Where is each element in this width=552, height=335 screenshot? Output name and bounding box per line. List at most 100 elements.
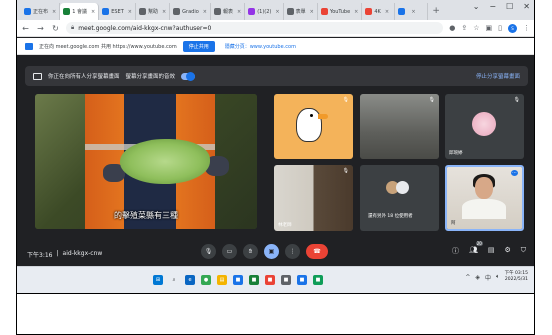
raise-hand-icon[interactable]: ✋︎	[243, 244, 258, 259]
browser-tab[interactable]: YouTube ×	[318, 3, 363, 20]
chevron-down-icon[interactable]: ⌄	[473, 2, 480, 11]
browser-tab[interactable]: ×	[395, 3, 429, 20]
tab-close-icon[interactable]: ×	[310, 9, 314, 15]
minimize-icon[interactable]: −	[489, 2, 496, 11]
participant-name: 阿	[451, 221, 456, 226]
side-controls: ⓘ 👥︎ 20 ▤ ⚙︎ ⛉	[452, 241, 526, 256]
screenshot-frame: 正在布 × 1 會議 × ESET × 幫助 × Gradio × 報表 × (1)(2) × 表單 × You…	[16, 0, 535, 294]
mic-muted-icon: 🎙︎	[513, 97, 520, 103]
lock-icon: 🔒︎	[71, 24, 75, 31]
reload-icon[interactable]: ↻	[51, 24, 60, 33]
tab-close-icon[interactable]: ×	[162, 9, 166, 15]
browser-tab[interactable]: 幫助 ×	[136, 3, 171, 20]
chat-icon[interactable]: ▤	[488, 246, 495, 256]
app-icon[interactable]: ■	[265, 275, 275, 285]
app-icon[interactable]: ■	[297, 275, 307, 285]
volume-icon[interactable]: 🔈︎	[496, 273, 500, 281]
presenting-bar: 你正在向所有人分享螢幕畫面 螢幕分享畫面的音效 停止分享螢幕畫面	[25, 66, 528, 86]
tab-close-icon[interactable]: ×	[203, 9, 207, 15]
self-view-tile[interactable]: ⋯ 阿	[445, 165, 524, 231]
tab-close-icon[interactable]: ×	[275, 9, 279, 15]
tab-favicon-icon	[102, 8, 110, 15]
tab-label: Gradio	[182, 8, 199, 15]
star-icon[interactable]: ☆	[473, 24, 479, 32]
tab-label: 表單	[295, 9, 306, 15]
browser-tab[interactable]: 報表 ×	[211, 3, 246, 20]
camera-icon[interactable]: ●	[449, 24, 455, 32]
participant-tile[interactable]: 🎙︎	[360, 94, 439, 159]
more-participants-tile[interactable]: 還有另外 18 位使用者	[360, 165, 439, 231]
tab-favicon-icon	[320, 8, 328, 15]
forward-icon[interactable]: →	[36, 24, 45, 33]
tab-close-icon[interactable]: ×	[237, 9, 241, 15]
browser-toolbar: ← → ↻ 🔒︎ meet.google.com/aid-kkgx-cnw?au…	[17, 20, 534, 37]
share-icon[interactable]: ⇪	[461, 24, 467, 32]
hide-button[interactable]: 隱藏分頁：www.youtube.com	[225, 43, 296, 50]
tab-close-icon[interactable]: ×	[52, 9, 56, 15]
browser-tab[interactable]: 4K ×	[362, 3, 396, 20]
sidepanel-icon[interactable]: ▯	[498, 24, 502, 32]
meeting-info: 下午3:16 | aid-kkgx-cnw	[27, 249, 103, 259]
tab-favicon-icon	[214, 8, 221, 15]
browser-tab[interactable]: 1 會議 ×	[60, 3, 100, 20]
network-icon[interactable]: ◈	[475, 274, 480, 281]
clock-date: 2022/5/31	[504, 277, 528, 282]
app-icon[interactable]: ■	[233, 275, 243, 285]
maximize-icon[interactable]: ☐	[506, 2, 513, 11]
window-controls: ⌄ − ☐ ✕	[473, 2, 530, 11]
profile-avatar[interactable]: S	[508, 23, 517, 33]
language-indicator[interactable]: 中	[485, 273, 491, 282]
tab-label: 4K	[374, 8, 381, 15]
mic-muted-icon: 🎙︎	[342, 168, 349, 174]
browser-tab[interactable]: Gradio ×	[170, 3, 211, 20]
stop-sharing-button[interactable]: 停止共用	[182, 40, 215, 52]
screen-share-icon	[25, 42, 33, 50]
browser-tab[interactable]: 正在布 ×	[21, 3, 61, 20]
participant-count: 20	[475, 241, 483, 246]
edge-icon[interactable]: e	[185, 275, 195, 285]
address-bar[interactable]: 🔒︎ meet.google.com/aid-kkgx-cnw?authuser…	[66, 22, 444, 34]
tab-close-icon[interactable]: ×	[91, 9, 95, 15]
tab-close-icon[interactable]: ×	[385, 9, 389, 15]
people-icon[interactable]: 👥︎ 20	[469, 241, 483, 256]
extensions-icon[interactable]: ▣	[486, 24, 493, 32]
browser-tab[interactable]: 表單 ×	[284, 3, 318, 20]
tab-close-icon[interactable]: ×	[411, 9, 415, 15]
chevron-up-icon[interactable]: ^	[465, 274, 470, 281]
chrome-icon[interactable]: ●	[201, 275, 211, 285]
share-audio-toggle[interactable]	[181, 71, 196, 81]
camera-icon[interactable]: ▭	[222, 244, 237, 259]
close-icon[interactable]: ✕	[523, 2, 530, 11]
host-controls-icon[interactable]: ⛉	[521, 246, 526, 256]
back-icon[interactable]: ←	[21, 24, 30, 33]
participant-tile[interactable]: 🎙︎ 邱琬婷	[445, 94, 524, 159]
tab-label: 1 會議	[72, 9, 87, 15]
microphone-icon[interactable]: 🎙︎	[201, 244, 216, 259]
stop-presenting-button[interactable]: 停止分享螢幕畫面	[476, 72, 520, 80]
speaking-icon: ⋯	[511, 170, 518, 176]
leave-call-icon[interactable]: ☎︎	[306, 244, 328, 259]
file-explorer-icon[interactable]: ▤	[217, 275, 227, 285]
new-tab-button[interactable]: +	[428, 3, 444, 20]
search-icon[interactable]: ⌕	[169, 275, 179, 285]
participant-tile[interactable]: 🎙︎	[274, 94, 353, 159]
avatar	[396, 181, 409, 194]
present-now-icon[interactable]: ▣	[264, 244, 279, 259]
presenting-text: 你正在向所有人分享螢幕畫面	[48, 74, 120, 80]
start-icon[interactable]: ⊞	[153, 275, 163, 285]
tab-label: 幫助	[147, 9, 158, 15]
participant-tile[interactable]: 🎙︎ 林老師	[274, 165, 353, 231]
tab-close-icon[interactable]: ×	[354, 9, 358, 15]
tab-favicon-icon	[365, 8, 373, 15]
app-icon[interactable]: ■	[281, 275, 291, 285]
more-options-icon[interactable]: ⋮	[285, 244, 300, 259]
app-icon[interactable]: ■	[249, 275, 259, 285]
app-icon[interactable]: ■	[313, 275, 323, 285]
menu-icon[interactable]: ⋮	[523, 24, 530, 32]
browser-tab[interactable]: (1)(2) ×	[245, 3, 284, 20]
activities-icon[interactable]: ⚙︎	[504, 246, 510, 256]
taskbar-clock[interactable]: 下午 03:15 2022/5/31	[505, 271, 528, 283]
tab-close-icon[interactable]: ×	[128, 9, 132, 15]
meeting-details-icon[interactable]: ⓘ	[452, 246, 459, 256]
browser-tab[interactable]: ESET ×	[99, 3, 136, 20]
